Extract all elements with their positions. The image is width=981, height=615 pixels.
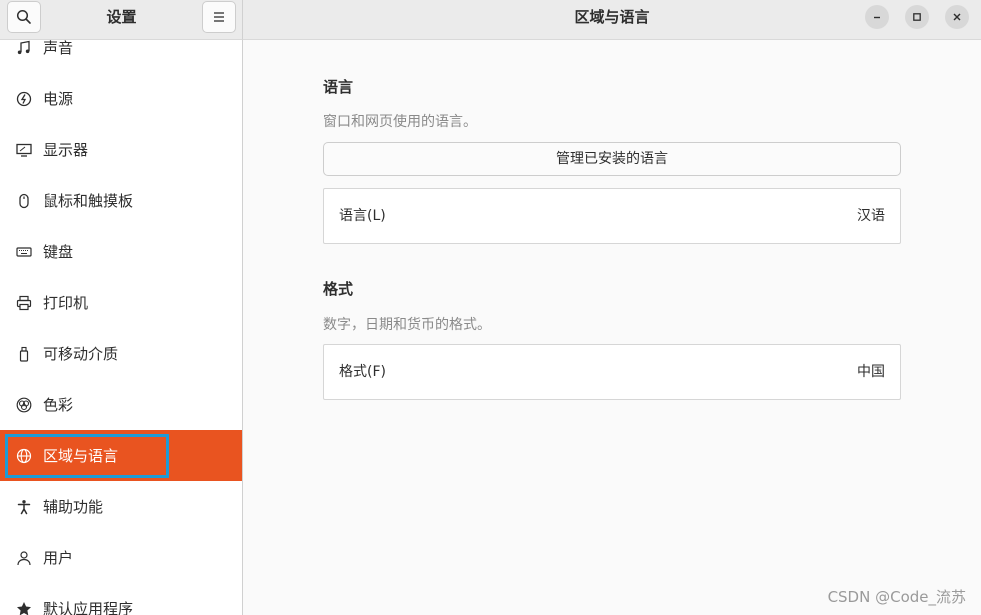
manage-languages-button[interactable]: 管理已安装的语言 [323, 142, 901, 176]
sidebar-item-accessibility[interactable]: 辅助功能 [0, 481, 242, 532]
language-section-description: 窗口和网页使用的语言。 [323, 114, 477, 130]
sidebar-item-default-apps[interactable]: 默认应用程序 [0, 583, 242, 615]
sidebar-item-label: 显示器 [43, 141, 89, 159]
language-row-label: 语言(L) [339, 208, 386, 224]
close-button[interactable] [945, 5, 969, 29]
hamburger-menu-icon [214, 12, 224, 22]
sidebar-item-power[interactable]: 电源 [0, 73, 242, 124]
sidebar-item-label: 区域与语言 [43, 447, 119, 465]
mouse-icon [15, 192, 33, 210]
sidebar-item-label: 键盘 [43, 243, 74, 261]
menu-button[interactable] [202, 1, 236, 33]
sidebar-title: 设置 [106, 8, 137, 26]
display-icon [15, 141, 33, 159]
language-section-title: 语言 [323, 78, 354, 96]
globe-icon [15, 447, 33, 465]
maximize-button[interactable] [905, 5, 929, 29]
sidebar-item-label: 默认应用程序 [43, 600, 134, 615]
sidebar-item-label: 可移动介质 [43, 345, 119, 363]
search-button[interactable] [7, 1, 41, 33]
format-section-title: 格式 [323, 280, 354, 298]
power-icon [15, 90, 33, 108]
close-icon [953, 13, 961, 21]
sidebar-item-color[interactable]: 色彩 [0, 379, 242, 430]
sidebar-item-printer[interactable]: 打印机 [0, 277, 242, 328]
keyboard-icon [15, 243, 33, 261]
sidebar-item-label: 打印机 [43, 294, 89, 312]
sidebar-header: 设置 [0, 0, 243, 40]
main-header: 区域与语言 [243, 0, 981, 40]
removable-media-icon [15, 345, 33, 363]
format-section-description: 数字，日期和货币的格式。 [323, 317, 491, 333]
sidebar-item-mouse[interactable]: 鼠标和触摸板 [0, 175, 242, 226]
sidebar-item-label: 鼠标和触摸板 [43, 192, 134, 210]
language-row[interactable]: 语言(L) 汉语 [323, 188, 901, 244]
sidebar-item-label: 电源 [43, 90, 74, 108]
star-icon [15, 600, 33, 615]
minimize-button[interactable] [865, 5, 889, 29]
sidebar: 声音 电源 显示器 鼠标和触摸板 键盘 打印机 可移动介质 色彩 区域与语言 辅… [0, 40, 243, 615]
minimize-icon [874, 16, 880, 19]
sidebar-item-keyboard[interactable]: 键盘 [0, 226, 242, 277]
format-row-label: 格式(F) [339, 364, 386, 380]
sidebar-item-label: 辅助功能 [43, 498, 104, 516]
music-note-icon [15, 40, 33, 57]
format-row-value: 中国 [857, 364, 885, 380]
sidebar-item-label: 用户 [43, 549, 74, 567]
sidebar-item-sound[interactable]: 声音 [0, 40, 242, 73]
printer-icon [15, 294, 33, 312]
sidebar-item-label: 声音 [43, 40, 74, 57]
sidebar-item-users[interactable]: 用户 [0, 532, 242, 583]
sidebar-item-display[interactable]: 显示器 [0, 124, 242, 175]
sidebar-item-removable-media[interactable]: 可移动介质 [0, 328, 242, 379]
sidebar-item-region-language[interactable]: 区域与语言 [0, 430, 242, 481]
sidebar-item-label: 色彩 [43, 396, 74, 414]
search-icon [16, 9, 31, 24]
format-row[interactable]: 格式(F) 中国 [323, 344, 901, 400]
language-row-value: 汉语 [857, 208, 885, 224]
color-icon [15, 396, 33, 414]
accessibility-icon [15, 498, 33, 516]
user-icon [15, 549, 33, 567]
maximize-icon [913, 13, 921, 21]
watermark: CSDN @Code_流苏 [827, 588, 966, 606]
